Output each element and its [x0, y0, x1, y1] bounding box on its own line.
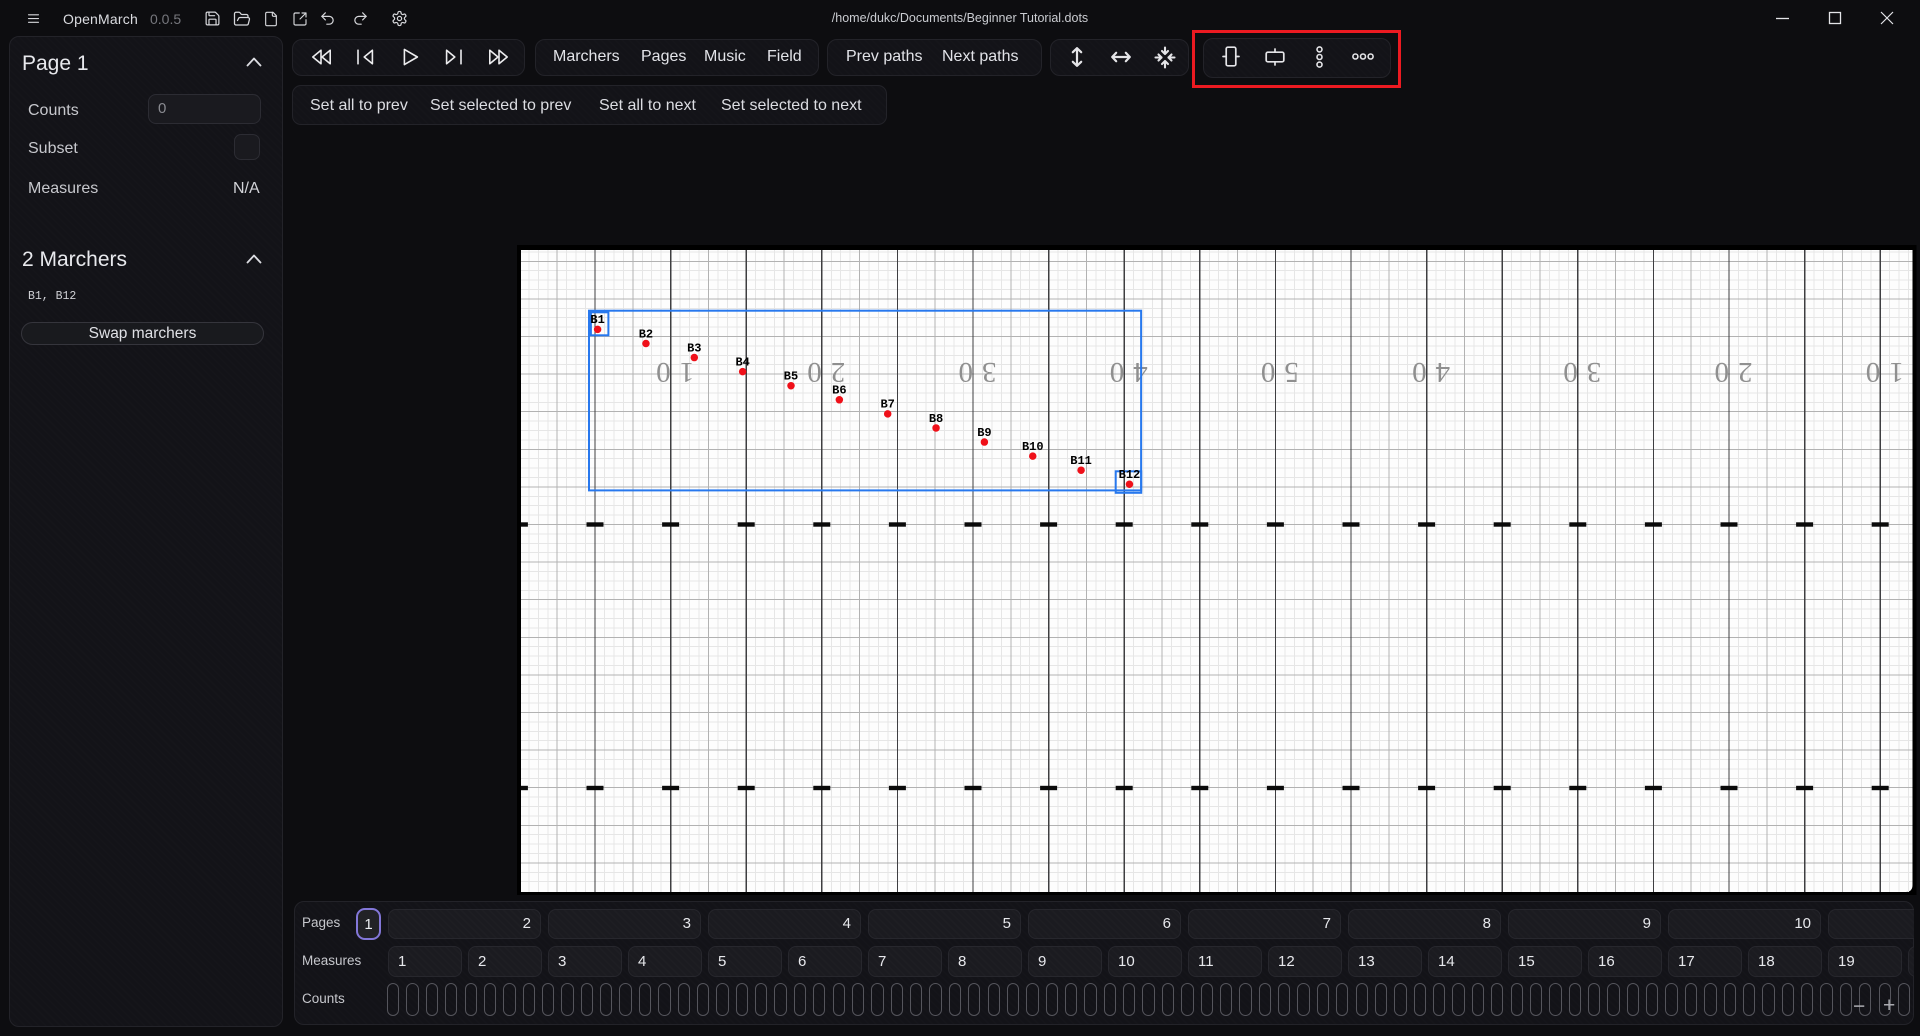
svg-text:30: 30 — [949, 356, 996, 388]
svg-text:40: 40 — [1403, 356, 1450, 388]
svg-text:20: 20 — [1705, 356, 1752, 388]
svg-text:10: 10 — [1856, 356, 1903, 388]
svg-text:B12: B12 — [1118, 468, 1140, 482]
svg-text:B6: B6 — [832, 384, 846, 398]
svg-text:30: 30 — [1554, 356, 1601, 388]
svg-text:B11: B11 — [1070, 454, 1092, 468]
svg-text:B9: B9 — [977, 426, 991, 440]
svg-text:50: 50 — [1251, 356, 1298, 388]
svg-text:B4: B4 — [735, 355, 749, 369]
svg-text:B2: B2 — [638, 327, 652, 341]
svg-text:B3: B3 — [687, 341, 701, 355]
svg-text:B10: B10 — [1021, 440, 1043, 454]
svg-text:B7: B7 — [880, 398, 894, 412]
svg-text:10: 10 — [647, 356, 694, 388]
svg-text:B8: B8 — [928, 412, 942, 426]
svg-text:B5: B5 — [783, 370, 797, 384]
svg-text:B1: B1 — [590, 313, 604, 327]
